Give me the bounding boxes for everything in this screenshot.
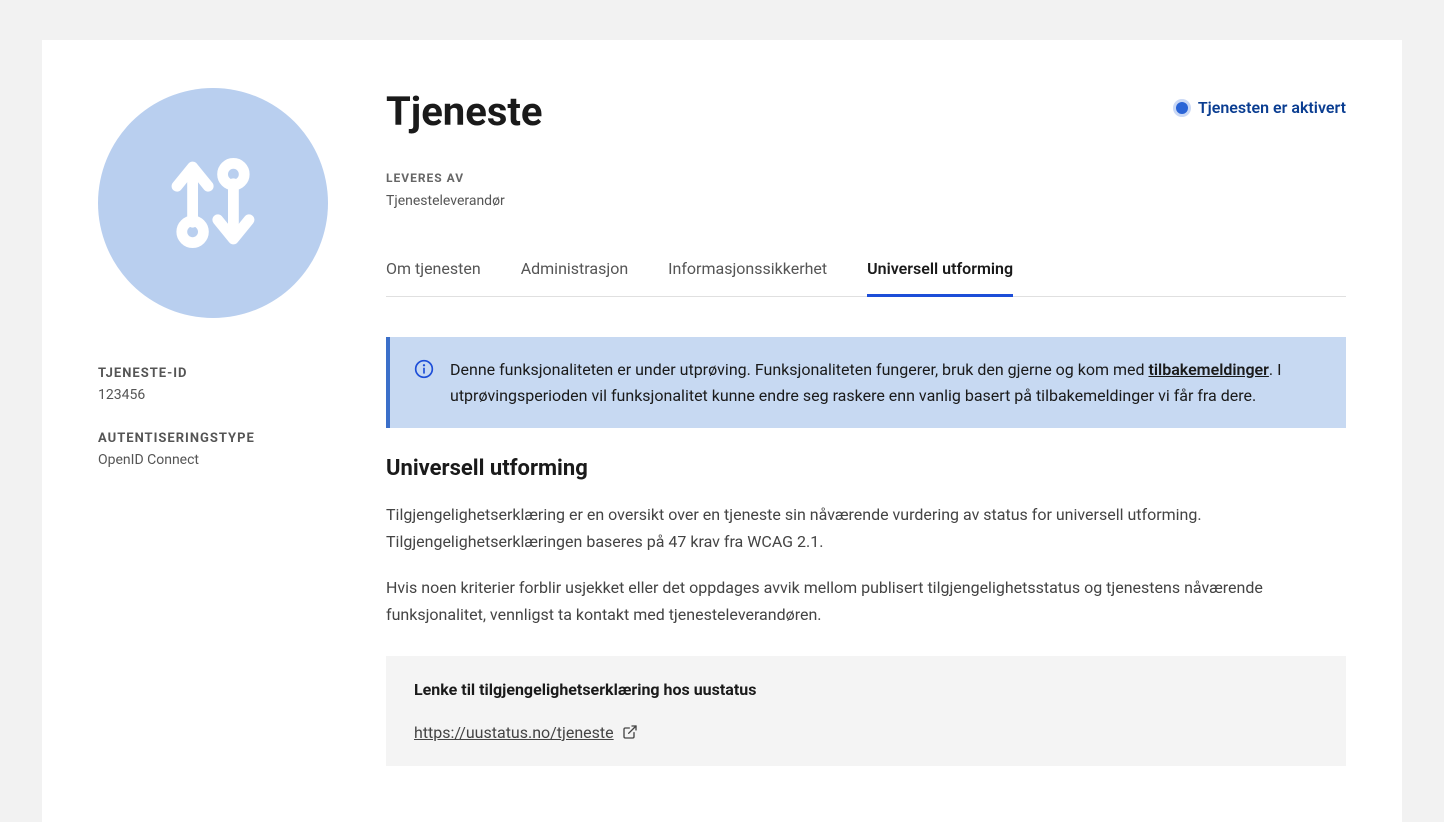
delivered-by-label: LEVERES AV xyxy=(386,171,1346,185)
arrows-updown-icon xyxy=(153,143,273,263)
header-row: Tjeneste Tjenesten er aktivert xyxy=(386,88,1346,171)
external-link-icon xyxy=(622,724,638,740)
service-logo xyxy=(98,88,328,318)
service-id-label: TJENESTE-ID xyxy=(98,366,338,381)
uustatus-link-text: https://uustatus.no/tjeneste xyxy=(414,723,614,742)
feedback-link[interactable]: tilbakemeldinger xyxy=(1149,360,1269,379)
tab-administration[interactable]: Administrasjon xyxy=(521,249,628,297)
info-banner-text: Denne funksjonaliteten er under utprøvin… xyxy=(450,357,1322,408)
tab-about[interactable]: Om tjenesten xyxy=(386,249,481,297)
auth-type-label: AUTENTISERINGSTYPE xyxy=(98,431,338,446)
main-content: Tjeneste Tjenesten er aktivert LEVERES A… xyxy=(386,88,1346,766)
section-paragraph-2: Hvis noen kriterier forblir usjekket ell… xyxy=(386,574,1346,628)
status-dot-icon xyxy=(1176,102,1188,114)
info-icon xyxy=(414,359,434,379)
delivered-by-value: Tjenesteleverandør xyxy=(386,193,1346,209)
section-heading: Universell utforming xyxy=(386,456,1346,481)
banner-text-before: Denne funksjonaliteten er under utprøvin… xyxy=(450,360,1149,379)
status-badge: Tjenesten er aktivert xyxy=(1176,98,1346,117)
tab-universal-design[interactable]: Universell utforming xyxy=(867,249,1013,297)
service-id-value: 123456 xyxy=(98,387,338,403)
tab-infosec[interactable]: Informasjonssikkerhet xyxy=(668,249,827,297)
link-block-heading: Lenke til tilgjengelighetserklæring hos … xyxy=(414,680,1318,699)
sidebar: TJENESTE-ID 123456 AUTENTISERINGSTYPE Op… xyxy=(98,88,338,766)
info-banner: Denne funksjonaliteten er under utprøvin… xyxy=(386,337,1346,428)
status-label: Tjenesten er aktivert xyxy=(1198,98,1346,117)
page-title: Tjeneste xyxy=(386,88,543,135)
content-card: TJENESTE-ID 123456 AUTENTISERINGSTYPE Op… xyxy=(42,40,1402,822)
accessibility-link-block: Lenke til tilgjengelighetserklæring hos … xyxy=(386,656,1346,766)
uustatus-link[interactable]: https://uustatus.no/tjeneste xyxy=(414,723,638,742)
tab-bar: Om tjenesten Administrasjon Informasjons… xyxy=(386,249,1346,297)
auth-type-value: OpenID Connect xyxy=(98,452,338,468)
section-paragraph-1: Tilgjengelighetserklæring er en oversikt… xyxy=(386,501,1346,555)
